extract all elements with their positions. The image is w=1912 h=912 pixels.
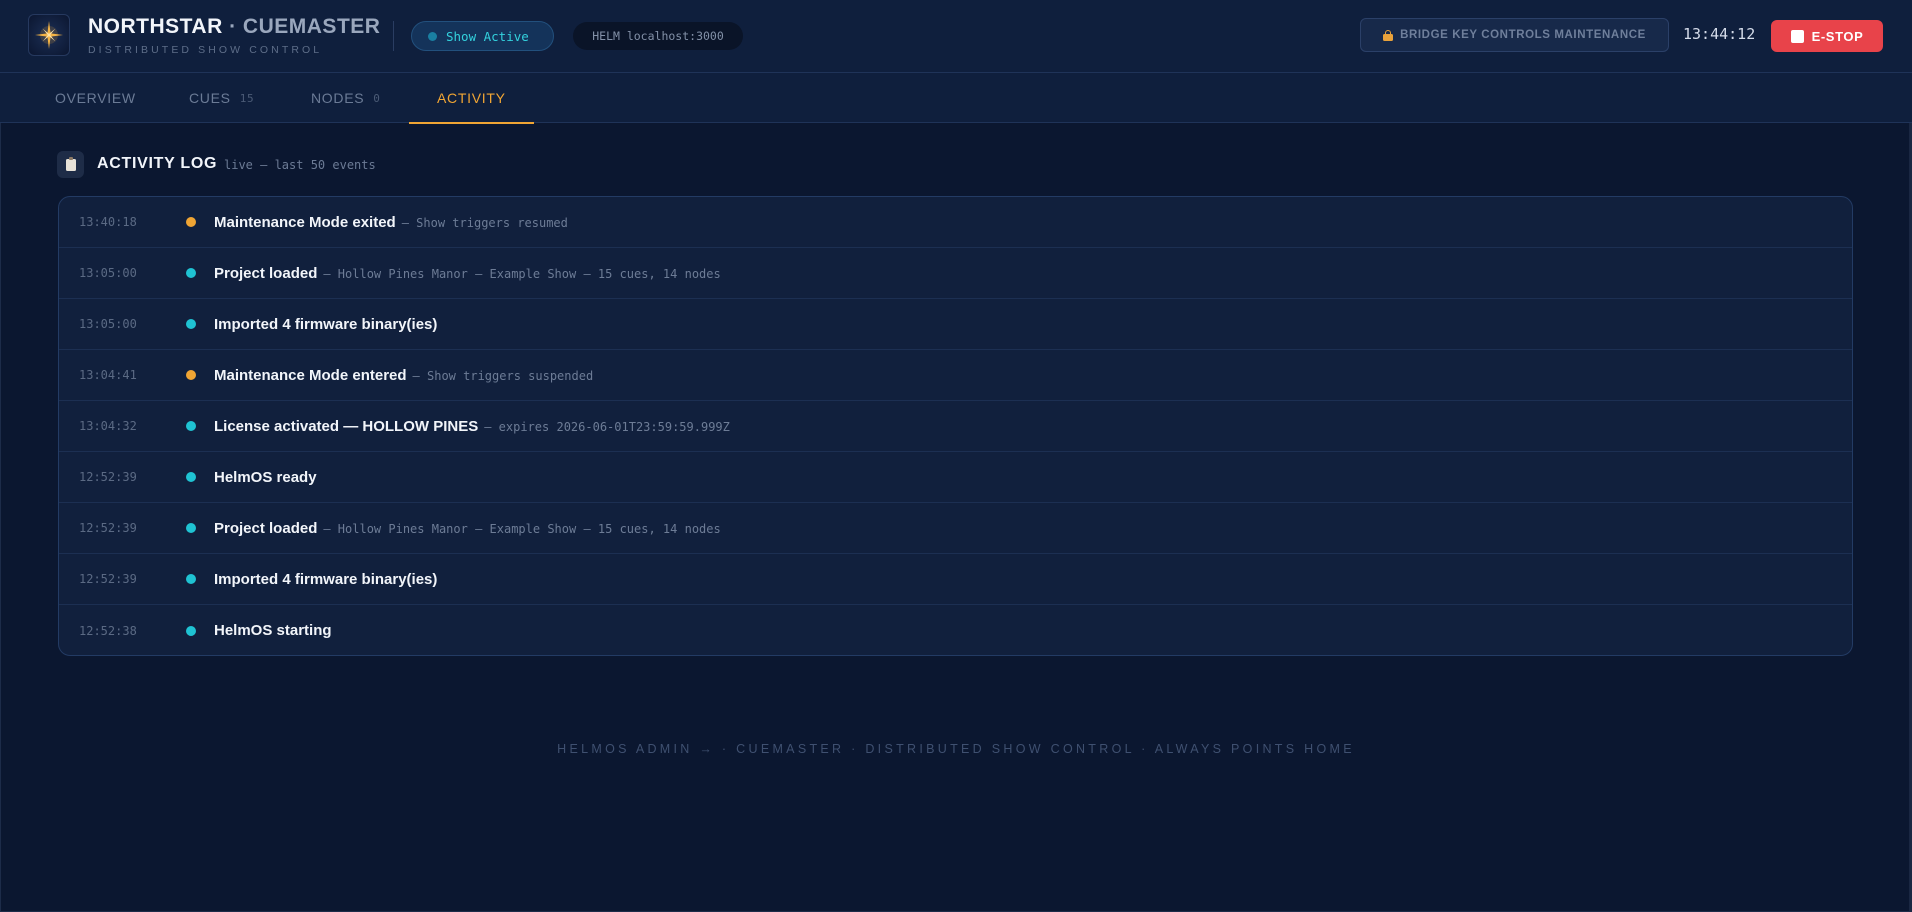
estop-label: E-STOP — [1811, 28, 1864, 44]
event-text: HelmOS ready — [214, 469, 317, 486]
app-title: NORTHSTAR · CUEMASTER — [88, 15, 380, 39]
clipboard-icon — [57, 151, 84, 178]
show-status-badge[interactable]: Show Active — [411, 21, 554, 51]
tab-bar: OVERVIEW CUES 15 NODES 0 ACTIVITY — [0, 73, 1912, 124]
bridge-key-badge: BRIDGE KEY CONTROLS MAINTENANCE — [1360, 18, 1669, 52]
event-detail: — Show triggers suspended — [412, 368, 594, 383]
event-time: 12:52:39 — [79, 521, 137, 535]
status-dot-icon — [186, 625, 196, 636]
event-time: 12:52:39 — [79, 470, 137, 484]
estop-button[interactable]: E-STOP — [1771, 20, 1883, 52]
event-time: 13:04:32 — [79, 419, 137, 433]
list-item: 12:52:39 Project loaded — Hollow Pines Man… — [59, 503, 1852, 554]
list-item: 13:40:18 Maintenance Mode exited — Show tr… — [59, 197, 1852, 248]
status-dot-icon — [186, 370, 196, 380]
status-dot-icon — [186, 574, 196, 584]
list-item: 13:04:41 Maintenance Mode entered — Show t… — [59, 350, 1852, 401]
event-time: 12:52:39 — [79, 572, 137, 586]
status-dot-icon — [186, 523, 196, 533]
event-detail: — Hollow Pines Manor — Example Show — 15… — [323, 521, 721, 536]
event-message: Imported 4 firmware binary(ies) — [214, 315, 438, 333]
activity-log-list: 13:40:18 Maintenance Mode exited — Show tr… — [58, 196, 1853, 656]
app-subtitle: DISTRIBUTED SHOW CONTROL — [88, 44, 323, 56]
brand-suffix: · CUEMASTER — [229, 15, 381, 38]
header-divider — [393, 21, 394, 51]
event-time: 13:04:41 — [79, 368, 137, 382]
event-time: 12:52:38 — [79, 623, 137, 638]
tab-label: OVERVIEW — [55, 90, 136, 106]
tab-overview[interactable]: OVERVIEW — [55, 73, 136, 123]
compass-star-icon — [35, 21, 63, 49]
event-message: License activated — HOLLOW PINES — [214, 417, 479, 435]
activity-log-title: ACTIVITY LOG — [97, 155, 218, 172]
list-item: 12:52:39 Imported 4 firmware binary(ies) — [59, 554, 1852, 605]
tab-label: ACTIVITY — [437, 90, 506, 106]
event-message: Maintenance Mode exited — [214, 213, 396, 231]
event-text: Maintenance Mode entered — Show triggers … — [214, 367, 593, 384]
bridge-key-label: BRIDGE KEY CONTROLS MAINTENANCE — [1400, 29, 1646, 41]
stop-square-icon — [1790, 29, 1804, 43]
event-message: HelmOS ready — [214, 468, 317, 486]
clock: 13:44:12 — [1683, 25, 1756, 43]
event-text: HelmOS starting — [214, 622, 332, 639]
list-item: 12:52:38 HelmOS starting — [59, 605, 1852, 655]
event-text: Maintenance Mode exited — Show triggers r… — [214, 214, 568, 231]
tab-count: 0 — [373, 91, 381, 105]
northstar-logo — [28, 14, 70, 56]
list-item: 13:05:00 Imported 4 firmware binary(ies) — [59, 299, 1852, 350]
event-message: Maintenance Mode entered — [214, 366, 407, 384]
tab-nodes[interactable]: NODES 0 — [311, 73, 381, 123]
brand-name: NORTHSTAR — [88, 15, 223, 38]
event-text: Imported 4 firmware binary(ies) — [214, 571, 437, 588]
status-dot-icon — [186, 472, 196, 482]
event-time: 13:05:00 — [79, 266, 137, 280]
status-dot-icon — [428, 31, 437, 41]
status-dot-icon — [186, 268, 196, 278]
tab-label: NODES — [311, 90, 365, 106]
event-time: 13:40:18 — [79, 215, 137, 229]
status-dot-icon — [186, 421, 196, 431]
status-dot-icon — [186, 217, 196, 227]
lock-icon — [1383, 29, 1394, 41]
helm-address-badge: HELM localhost:3000 — [573, 22, 743, 50]
event-message: Project loaded — [214, 264, 318, 282]
activity-log-subtitle: live — last 50 events — [224, 158, 376, 172]
event-text: License activated — HOLLOW PINES — expire… — [214, 418, 730, 435]
event-detail: — expires 2026-06-01T23:59:59.999Z — [484, 419, 730, 434]
show-status-label: Show Active — [446, 28, 529, 44]
footer-text: HELMOS ADMIN → · CUEMASTER · DISTRIBUTED… — [557, 742, 1355, 756]
tab-activity[interactable]: ACTIVITY — [409, 73, 534, 124]
tab-cues[interactable]: CUES 15 — [189, 73, 254, 123]
event-message: Project loaded — [214, 519, 318, 537]
list-item: 12:52:39 HelmOS ready — [59, 452, 1852, 503]
tab-label: CUES — [189, 90, 231, 106]
event-detail: — Show triggers resumed — [401, 215, 568, 230]
status-dot-icon — [186, 319, 196, 329]
top-bar: NORTHSTAR · CUEMASTER DISTRIBUTED SHOW C… — [0, 0, 1912, 73]
list-item: 13:04:32 License activated — HOLLOW PINES… — [59, 401, 1852, 452]
event-detail: — Hollow Pines Manor — Example Show — 15… — [323, 266, 721, 281]
list-item: 13:05:00 Project loaded — Hollow Pines Man… — [59, 248, 1852, 299]
event-text: Project loaded — Hollow Pines Manor — Exa… — [214, 520, 721, 537]
event-message: Imported 4 firmware binary(ies) — [214, 570, 438, 588]
event-text: Project loaded — Hollow Pines Manor — Exa… — [214, 265, 721, 282]
event-message: HelmOS starting — [214, 622, 332, 639]
tab-count: 15 — [239, 91, 255, 105]
event-time: 13:05:00 — [79, 317, 137, 331]
event-text: Imported 4 firmware binary(ies) — [214, 316, 437, 333]
